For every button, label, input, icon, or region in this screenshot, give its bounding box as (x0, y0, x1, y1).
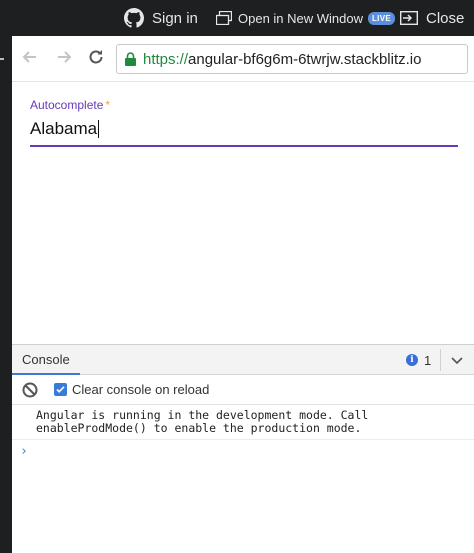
lock-icon (125, 52, 136, 66)
open-new-window-label: Open in New Window (238, 10, 363, 26)
url-scheme: https:// (143, 50, 189, 68)
address-bar[interactable]: https:// angular-bf6g6m-6twrjw.stackblit… (116, 44, 468, 74)
prompt-chevron-icon: › (20, 444, 28, 459)
close-panel-icon (400, 11, 426, 25)
live-badge: LIVE (368, 11, 395, 25)
close-label: Close (426, 9, 465, 27)
open-new-window-button[interactable]: Open in New Window LIVE (216, 0, 395, 36)
console-toolbar: Clear console on reload (12, 375, 474, 405)
sign-in-button[interactable]: Sign in (124, 0, 198, 36)
autocomplete-field[interactable]: Autocomplete * Alabama (30, 98, 458, 147)
reload-button[interactable] (86, 49, 106, 69)
field-label-text: Autocomplete (30, 98, 104, 112)
chevron-down-icon (450, 354, 464, 371)
input-underline (30, 145, 458, 147)
reload-icon (87, 48, 105, 71)
github-icon (124, 8, 152, 28)
back-button[interactable] (20, 49, 40, 69)
sign-in-label: Sign in (152, 9, 198, 27)
forward-button[interactable] (54, 49, 74, 69)
clear-on-reload-checkbox[interactable] (54, 383, 67, 396)
tab-console[interactable]: Console (12, 345, 80, 375)
close-button[interactable]: Close (400, 0, 464, 36)
top-bar: Sign in Open in New Window LIVE Close (0, 0, 474, 36)
browser-nav-bar: https:// angular-bf6g6m-6twrjw.stackblit… (12, 36, 474, 82)
collapse-console-button[interactable] (450, 353, 464, 372)
clear-on-reload-label[interactable]: Clear console on reload (72, 382, 209, 397)
app-content: Autocomplete * Alabama (12, 82, 474, 344)
required-marker: * (105, 98, 111, 112)
editor-edge (0, 36, 12, 553)
block-icon (22, 382, 38, 402)
url-host: angular-bf6g6m-6twrjw.stackblitz.io (188, 50, 422, 68)
info-count-value: 1 (424, 352, 432, 368)
console-prompt[interactable]: › (12, 440, 474, 463)
info-icon: i (406, 354, 418, 366)
autocomplete-input[interactable]: Alabama (30, 118, 458, 140)
arrow-right-icon (55, 48, 73, 71)
field-label: Autocomplete * (30, 98, 458, 112)
info-counter[interactable]: i 1 (406, 345, 431, 375)
tab-console-label: Console (22, 351, 70, 367)
checkmark-icon (56, 381, 65, 399)
log-entry: Angular is running in the development mo… (12, 405, 474, 440)
new-window-icon (216, 11, 238, 25)
text-caret (98, 120, 100, 138)
clear-console-button[interactable] (22, 382, 38, 403)
edge-marker (0, 58, 4, 60)
tab-divider (440, 349, 441, 371)
arrow-left-icon (21, 48, 39, 71)
console-panel: Console i 1 Clear console on reload Angu… (12, 344, 474, 553)
preview-browser: https:// angular-bf6g6m-6twrjw.stackblit… (12, 36, 474, 553)
input-value: Alabama (30, 119, 98, 138)
console-tab-bar: Console i 1 (12, 345, 474, 375)
